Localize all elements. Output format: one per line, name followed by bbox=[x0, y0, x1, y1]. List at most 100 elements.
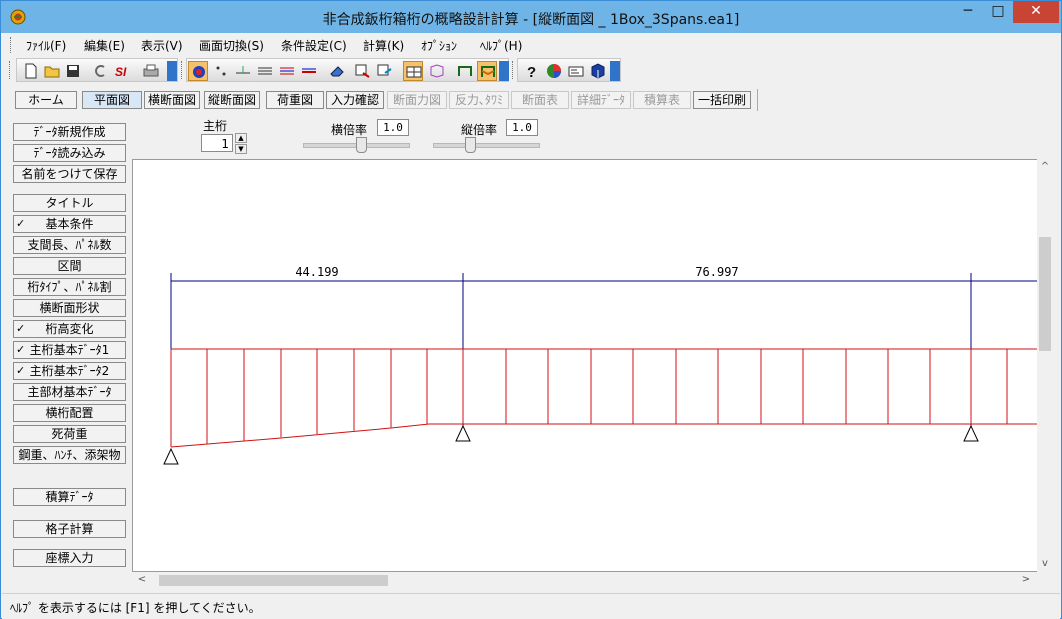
left-button-label: 死荷重 bbox=[51, 427, 88, 441]
toolbar-grip-3[interactable] bbox=[512, 61, 516, 79]
minimize-button[interactable]: ─ bbox=[953, 1, 983, 23]
main-girder-data2-button[interactable]: ✓ 主桁基本ﾃﾞｰﾀ2 bbox=[13, 362, 126, 380]
grid-view-icon[interactable] bbox=[403, 61, 423, 81]
export-icon[interactable] bbox=[353, 61, 373, 81]
id-card-icon[interactable] bbox=[566, 61, 586, 81]
left-button-label: 名前をつけて保存 bbox=[21, 167, 118, 181]
cross-beam-layout-button[interactable]: 横桁配置 bbox=[13, 404, 126, 422]
chart-icon[interactable] bbox=[544, 61, 564, 81]
frame-icon[interactable] bbox=[455, 61, 475, 81]
vertical-scrollbar[interactable]: ^ v bbox=[1037, 159, 1053, 572]
vertical-scroll-thumb[interactable] bbox=[1039, 237, 1051, 351]
title-button[interactable]: タイトル bbox=[13, 194, 126, 212]
girder-spin-down-button[interactable]: ▼ bbox=[235, 144, 247, 154]
drawing-canvas[interactable]: 44.199 76.997 bbox=[132, 159, 1037, 572]
horizontal-scale-label: 横倍率 bbox=[331, 123, 368, 137]
toolbar-grip-2[interactable] bbox=[181, 61, 185, 79]
tab-reaction-deflection: 反力､ﾀﾜﾐ bbox=[449, 91, 509, 109]
eraser-icon[interactable] bbox=[327, 61, 347, 81]
toolbar-dropdown-3[interactable] bbox=[610, 61, 620, 81]
menu-conditions[interactable]: 条件設定(C) bbox=[281, 37, 347, 54]
import-icon[interactable] bbox=[375, 61, 395, 81]
tab-cross-section[interactable]: 横断面図 bbox=[144, 91, 200, 109]
left-button-label: 横断面形状 bbox=[39, 301, 100, 315]
girder-spin-up-button[interactable]: ▲ bbox=[235, 133, 247, 143]
menu-options[interactable]: ｵﾌﾟｼｮﾝ bbox=[421, 37, 457, 54]
support-triangle-icon bbox=[455, 424, 471, 442]
dimension-icon[interactable] bbox=[299, 61, 319, 81]
menu-calculate[interactable]: 計算(K) bbox=[363, 37, 404, 54]
horizontal-scroll-thumb[interactable] bbox=[159, 575, 388, 586]
girder-number-input[interactable]: 1 bbox=[201, 134, 233, 152]
scroll-right-button[interactable]: > bbox=[1018, 572, 1034, 588]
menubar-grip[interactable] bbox=[10, 37, 14, 53]
dead-load-button[interactable]: 死荷重 bbox=[13, 425, 126, 443]
coordinate-input-button[interactable]: 座標入力 bbox=[13, 549, 126, 567]
load-data-button[interactable]: ﾃﾞｰﾀ読み込み bbox=[13, 144, 126, 162]
main-member-data-button[interactable]: 主部材基本ﾃﾞｰﾀ bbox=[13, 383, 126, 401]
tab-plan-view[interactable]: 平面図 bbox=[82, 91, 142, 109]
scroll-down-button[interactable]: v bbox=[1037, 556, 1053, 572]
basic-conditions-button[interactable]: ✓ 基本条件 bbox=[13, 215, 126, 233]
toolbar-dropdown-2[interactable] bbox=[499, 61, 509, 81]
menu-screen-switch[interactable]: 画面切換(S) bbox=[199, 37, 264, 54]
girder-bottom-flange bbox=[170, 423, 1037, 448]
new-data-button[interactable]: ﾃﾞｰﾀ新規作成 bbox=[13, 123, 126, 141]
undo-icon[interactable] bbox=[90, 61, 110, 81]
sections-icon[interactable] bbox=[277, 61, 297, 81]
color-frame-icon[interactable] bbox=[477, 61, 497, 81]
new-file-icon[interactable] bbox=[21, 61, 41, 81]
scroll-up-button[interactable]: ^ bbox=[1037, 159, 1053, 175]
menu-view[interactable]: 表示(V) bbox=[141, 37, 183, 54]
3d-view-icon[interactable] bbox=[427, 61, 447, 81]
cube-icon[interactable] bbox=[588, 61, 608, 81]
title-bar[interactable]: 非合成鈑桁箱桁の概略設計計算 - [縦断面図 _ 1Box_3Spans.ea1… bbox=[1, 1, 1061, 33]
svg-text:?: ? bbox=[527, 64, 536, 81]
grid-calc-button[interactable]: 格子計算 bbox=[13, 520, 126, 538]
girder-label: 主桁 bbox=[203, 119, 228, 133]
baseline-icon[interactable] bbox=[233, 61, 253, 81]
save-as-button[interactable]: 名前をつけて保存 bbox=[13, 165, 126, 183]
menu-edit[interactable]: 編集(E) bbox=[84, 37, 125, 54]
node-points-icon[interactable] bbox=[211, 61, 231, 81]
print-icon[interactable] bbox=[141, 61, 161, 81]
draw-target-icon[interactable] bbox=[188, 61, 208, 81]
girder-height-change-button[interactable]: ✓ 桁高変化 bbox=[13, 320, 126, 338]
span-panel-count-button[interactable]: 支間長、ﾊﾟﾈﾙ数 bbox=[13, 236, 126, 254]
member-lines-icon[interactable] bbox=[255, 61, 275, 81]
girder-type-panel-button[interactable]: 桁ﾀｲﾌﾟ、ﾊﾟﾈﾙ割 bbox=[13, 278, 126, 296]
interval-button[interactable]: 区間 bbox=[13, 257, 126, 275]
left-button-label: 主桁基本ﾃﾞｰﾀ1 bbox=[29, 343, 110, 357]
open-folder-icon[interactable] bbox=[42, 61, 62, 81]
help-icon[interactable]: ? bbox=[522, 61, 542, 81]
scroll-left-button[interactable]: < bbox=[134, 572, 150, 588]
left-button-label: 座標入力 bbox=[45, 551, 94, 565]
status-text: ﾍﾙﾌﾟ を表示するには [F1] を押してください。 bbox=[10, 601, 261, 615]
si-logo-icon[interactable]: SI bbox=[113, 61, 133, 81]
vertical-scale-slider-track[interactable] bbox=[433, 143, 540, 148]
left-button-label: 桁高変化 bbox=[45, 322, 94, 336]
main-girder-data1-button[interactable]: ✓ 主桁基本ﾃﾞｰﾀ1 bbox=[13, 341, 126, 359]
horizontal-scrollbar[interactable]: < > bbox=[132, 572, 1037, 589]
vertical-scale-slider-thumb[interactable] bbox=[465, 137, 476, 153]
maximize-button[interactable]: □ bbox=[983, 1, 1013, 23]
left-button-label: 支間長、ﾊﾟﾈﾙ数 bbox=[27, 238, 112, 252]
tab-longitudinal-section[interactable]: 縦断面図 bbox=[204, 91, 260, 109]
toolbar-dropdown-1[interactable] bbox=[167, 61, 177, 81]
tab-home[interactable]: ホーム bbox=[15, 91, 77, 109]
tab-input-check[interactable]: 入力確認 bbox=[326, 91, 384, 109]
steel-haunch-attachment-button[interactable]: 鋼重、ﾊﾝﾁ、添架物 bbox=[13, 446, 126, 464]
tab-load-diagram[interactable]: 荷重図 bbox=[266, 91, 324, 109]
tab-batch-print[interactable]: 一括印刷 bbox=[693, 91, 751, 109]
estimate-data-button[interactable]: 積算ﾃﾞｰﾀ bbox=[13, 488, 126, 506]
tab-section-table: 断面表 bbox=[511, 91, 569, 109]
close-button[interactable]: ✕ bbox=[1013, 1, 1059, 23]
left-button-label: 基本条件 bbox=[45, 217, 94, 231]
horizontal-scale-slider-thumb[interactable] bbox=[356, 137, 367, 153]
toolbar-grip[interactable] bbox=[9, 61, 13, 79]
menu-help[interactable]: ﾍﾙﾌﾟ(H) bbox=[480, 37, 522, 54]
cross-section-shape-button[interactable]: 横断面形状 bbox=[13, 299, 126, 317]
menu-file[interactable]: ﾌｧｲﾙ(F) bbox=[26, 37, 66, 54]
save-icon[interactable] bbox=[63, 61, 83, 81]
svg-text:SI: SI bbox=[115, 65, 127, 79]
